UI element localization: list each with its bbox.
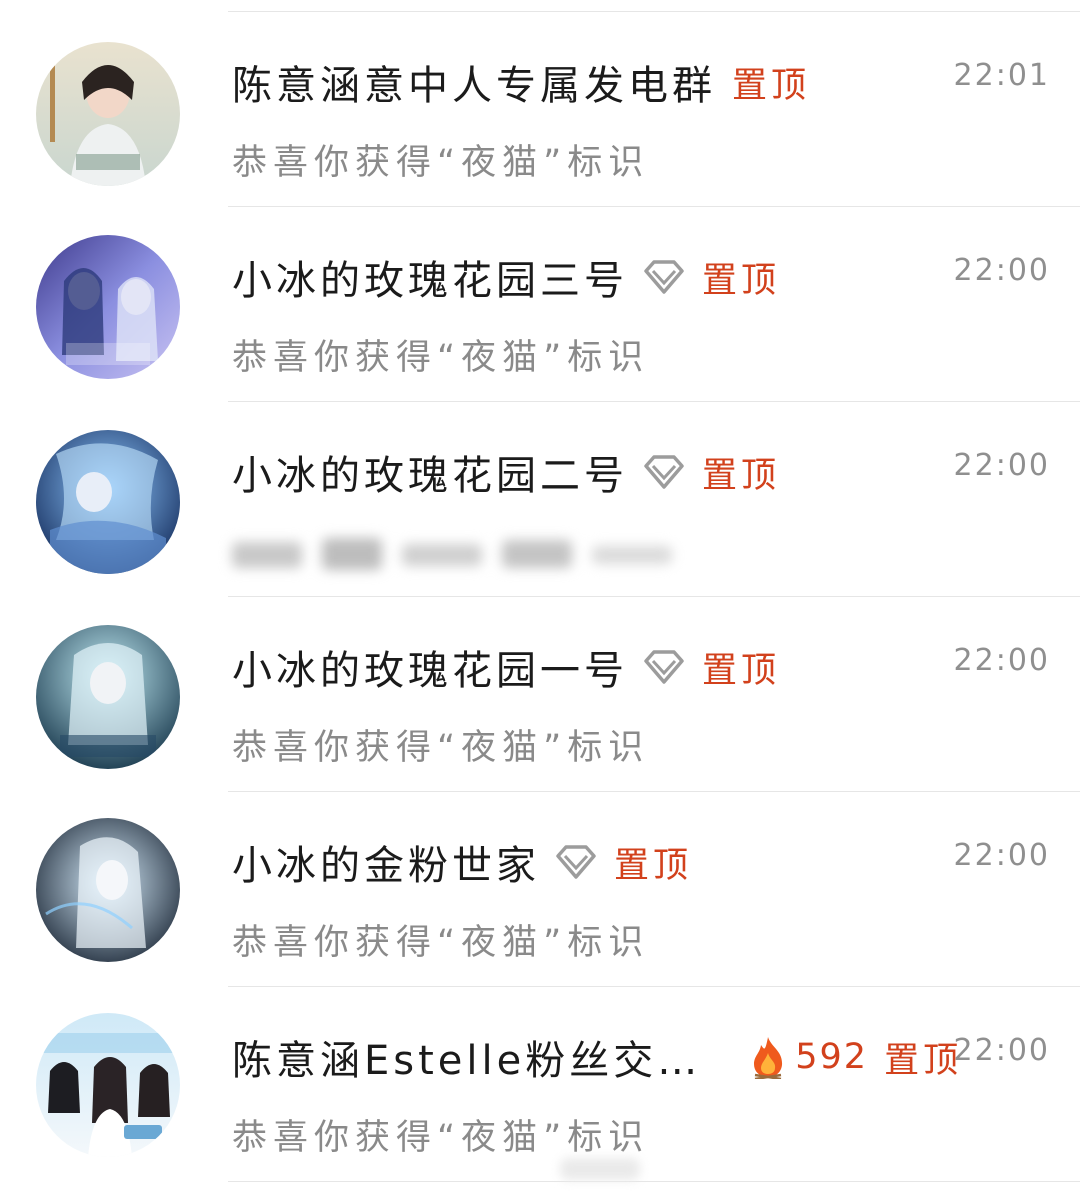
diamond-icon [642,649,686,685]
chat-time: 22:00 [953,448,1050,483]
chat-row-1[interactable]: 小冰的玫瑰花园三号 置顶 22:00 恭喜你获得“夜猫”标识 [0,207,1080,402]
diamond-icon [642,259,686,295]
chat-time: 22:00 [953,253,1050,288]
group-avatar[interactable] [36,235,180,379]
chat-name: 陈意涵意中人专属发电群 [232,63,716,109]
chat-preview-blurred [232,524,692,593]
chat-title-line: 小冰的玫瑰花园三号 置顶 [232,247,780,307]
divider [228,1181,1080,1182]
chat-time: 22:00 [953,838,1050,873]
chat-row-4[interactable]: 小冰的金粉世家 置顶 22:00 恭喜你获得“夜猫”标识 [0,792,1080,987]
pinned-label: 置顶 [732,65,811,106]
diamond-icon [642,454,686,490]
chat-title-line: 小冰的玫瑰花园一号 置顶 [232,637,780,697]
pinned-label: 置顶 [614,845,693,886]
chat-preview: 恭喜你获得“夜猫”标识 [232,143,650,183]
chat-row-0[interactable]: 陈意涵意中人专属发电群 置顶 22:01 恭喜你获得“夜猫”标识 [0,12,1080,207]
chat-name: 陈意涵Estelle粉丝交… [232,1038,702,1084]
pinned-label: 置顶 [884,1040,963,1081]
chat-name: 小冰的金粉世家 [232,843,540,889]
chat-title-line: 陈意涵意中人专属发电群 置顶 [232,52,810,112]
chat-name: 小冰的玫瑰花园一号 [232,648,628,694]
pinned-label: 置顶 [702,650,781,691]
heat-count: 592 [795,1037,869,1077]
chat-title-line: 小冰的玫瑰花园二号 置顶 [232,442,780,502]
chat-time: 22:00 [953,1033,1050,1068]
chat-title-line: 陈意涵Estelle粉丝交… 592 置顶 [232,1027,962,1087]
group-avatar[interactable] [36,625,180,769]
chat-preview: 恭喜你获得“夜猫”标识 [232,1118,650,1158]
pinned-label: 置顶 [702,455,781,496]
pinned-label: 置顶 [702,260,781,301]
chat-row-5[interactable]: 陈意涵Estelle粉丝交… 592 置顶 22:00 恭喜你获得“夜猫”标识 [0,987,1080,1182]
group-avatar[interactable] [36,430,180,574]
fire-icon [749,1035,787,1081]
watermark-smear [560,1158,640,1180]
chat-name: 小冰的玫瑰花园三号 [232,258,628,304]
chat-preview: 恭喜你获得“夜猫”标识 [232,923,650,963]
chat-preview: 恭喜你获得“夜猫”标识 [232,338,650,378]
diamond-icon [554,844,598,880]
chat-preview: 恭喜你获得“夜猫”标识 [232,728,650,768]
group-avatar[interactable] [36,42,180,186]
chat-name: 小冰的玫瑰花园二号 [232,453,628,499]
chat-time: 22:00 [953,643,1050,678]
chat-row-3[interactable]: 小冰的玫瑰花园一号 置顶 22:00 恭喜你获得“夜猫”标识 [0,597,1080,792]
chat-title-line: 小冰的金粉世家 置顶 [232,832,692,892]
group-avatar[interactable] [36,818,180,962]
group-avatar[interactable] [36,1013,180,1157]
chat-row-2[interactable]: 小冰的玫瑰花园二号 置顶 22:00 [0,402,1080,597]
chat-time: 22:01 [953,58,1050,93]
